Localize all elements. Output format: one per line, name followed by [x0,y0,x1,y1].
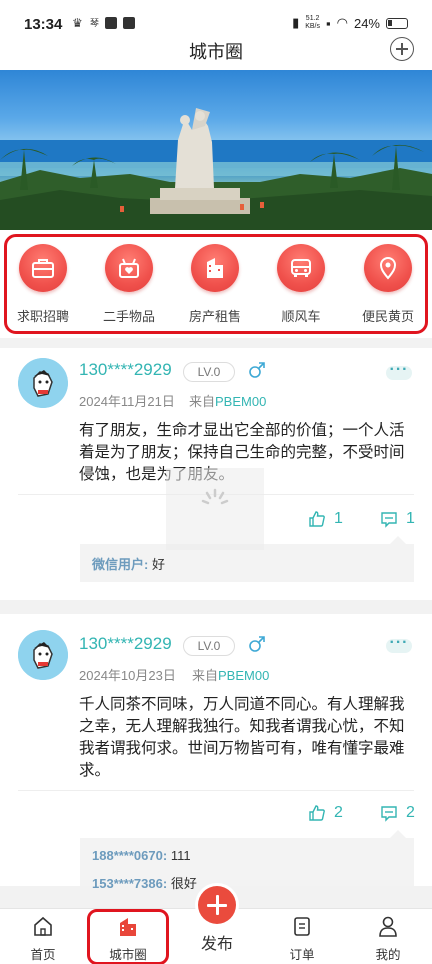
battery-icon [386,17,408,29]
gift-box-icon [105,244,153,292]
comment-user: 微信用户: [92,557,149,572]
category-carpool[interactable]: 顺风车 [266,244,336,325]
status-left-icons: ♛ 琴 [72,16,136,30]
vibrate-icon: ▮ [292,15,300,30]
post-username[interactable]: 130****2929 [79,360,172,380]
building-icon [191,244,239,292]
like-count: 2 [334,804,343,821]
category-housing[interactable]: 房产租售 [180,244,250,325]
network-speed-value: 51.2 [305,15,320,22]
post-source: 来自PBEM00 [189,391,266,410]
post-source: 来自PBEM00 [192,665,269,684]
tab-label: 首页 [30,948,56,962]
tab-home[interactable]: 首页 [13,915,73,963]
more-options-button[interactable]: ··· [386,362,412,380]
add-post-icon[interactable] [390,37,414,61]
tab-label: 城市圈 [109,948,147,962]
tab-me[interactable]: 我的 [358,915,418,963]
category-label: 二手物品 [102,309,155,324]
category-jobs[interactable]: 求职招聘 [8,244,78,325]
post-card: 130****2929 LV.0 ··· 2024年10月23日 来自PBEM0… [0,614,432,891]
post-date: 2024年11月21日 [79,394,175,409]
comment-item[interactable]: 153****7386: 很好 [80,873,414,892]
banner-image[interactable] [0,70,432,230]
like-button[interactable]: 1 [308,510,343,528]
car-icon [277,244,325,292]
network-speed: 51.2 KB/s [305,15,320,31]
loading-overlay [166,468,264,550]
source-device: PBEM00 [215,394,267,409]
home-icon [34,916,52,936]
thumbs-up-icon [309,511,325,527]
male-gender-icon [249,636,265,652]
comment-item[interactable]: 微信用户: 好 [80,554,414,573]
comment-item[interactable]: 188****0670: 111 [80,848,414,863]
male-gender-icon [249,362,265,378]
category-label: 求职招聘 [16,309,69,324]
tab-city-circle[interactable]: 城市圈 [98,915,158,963]
category-label: 顺风车 [281,309,321,324]
more-options-button[interactable]: ··· [386,635,412,653]
source-prefix: 来自 [189,394,216,409]
comment-text: 好 [151,557,165,572]
network-speed-unit: KB/s [305,23,321,30]
header: 城市圈 [0,30,432,70]
plus-icon [198,886,236,924]
source-device: PBEM00 [218,668,270,683]
city-icon [120,918,136,936]
publish-button[interactable]: 发布 [190,886,244,954]
comment-user: 153****7386: [92,876,168,891]
location-pin-icon [364,244,412,292]
comment-list: 188****0670: 111 153****7386: 很好 [80,830,414,891]
level-badge: LV.0 [183,362,235,382]
comment-icon [381,806,397,822]
status-right: ▮ 51.2 KB/s ▪ ◠ 24% [292,15,408,31]
comment-count: 1 [406,510,415,527]
comment-button[interactable]: 1 [380,510,415,528]
category-label: 房产租售 [188,309,241,324]
order-icon [294,917,310,936]
sync-icon [105,17,118,29]
like-count: 1 [334,510,343,527]
category-grid: 求职招聘 二手物品 房产租售 顺风车 便民黄页 [0,230,432,338]
like-button[interactable]: 2 [308,804,343,822]
page-title: 城市圈 [189,42,243,62]
loading-spinner-icon [201,488,229,505]
post-content[interactable]: 千人同茶不同味，万人同道不同心。有人理解我之幸，无人理解我独行。知我者谓我心忧，… [79,694,419,782]
tab-orders[interactable]: 订单 [272,915,332,963]
avatar[interactable] [18,630,68,680]
comment-button[interactable]: 2 [380,804,415,822]
category-yellow-pages[interactable]: 便民黄页 [353,244,423,325]
user-icon [379,916,397,937]
sim-icon: ▪ [326,15,331,31]
publish-label: 发布 [200,936,233,953]
battery-percent: 24% [353,15,380,31]
tab-label: 我的 [375,948,401,962]
post-date: 2024年10月23日 [79,668,176,683]
comment-count: 2 [406,804,415,821]
category-label: 便民黄页 [361,309,414,324]
post-username[interactable]: 130****2929 [79,634,172,654]
app-icon [123,17,136,29]
category-second-hand[interactable]: 二手物品 [94,244,164,325]
avatar[interactable] [18,358,68,408]
crown-icon: ♛ [72,16,83,30]
thumbs-up-icon [309,805,325,821]
level-badge: LV.0 [183,636,235,656]
tab-label: 订单 [289,948,315,962]
source-prefix: 来自 [192,668,219,683]
wifi-icon: ◠ [336,15,348,30]
status-app-label: 琴 [90,18,100,28]
comment-user: 188****0670: [92,848,168,863]
comment-text: 111 [170,848,191,863]
briefcase-icon [19,244,67,292]
comment-icon [381,512,397,528]
divider [18,790,414,791]
